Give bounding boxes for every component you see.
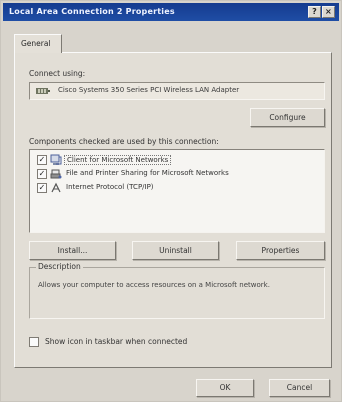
show-taskbar-icon-label: Show icon in taskbar when connected — [45, 337, 188, 346]
window-title: Local Area Connection 2 Properties — [9, 7, 175, 16]
title-bar[interactable]: Local Area Connection 2 Properties ? × — [3, 3, 339, 21]
install-button[interactable]: Install... — [29, 241, 116, 260]
cancel-button[interactable]: Cancel — [269, 379, 330, 397]
configure-button[interactable]: Configure — [250, 108, 325, 127]
components-list[interactable]: ✓ Client for Microsoft Networks ✓ File a… — [29, 149, 325, 233]
properties-window: Local Area Connection 2 Properties ? × G… — [0, 0, 342, 402]
description-title: Description — [36, 262, 83, 271]
protocol-icon — [51, 182, 61, 193]
component-label: Internet Protocol (TCP/IP) — [66, 183, 154, 191]
show-taskbar-icon-checkbox[interactable] — [29, 337, 39, 347]
properties-button[interactable]: Properties — [236, 241, 325, 260]
description-text: Allows your computer to access resources… — [38, 281, 270, 289]
tab-general[interactable]: General — [14, 34, 62, 53]
connect-using-label: Connect using: — [29, 69, 86, 78]
uninstall-button[interactable]: Uninstall — [132, 241, 219, 260]
help-button[interactable]: ? — [308, 6, 321, 18]
general-panel: Connect using: Cisco Systems 350 Series … — [14, 52, 332, 368]
checkbox[interactable]: ✓ — [37, 169, 47, 179]
network-adapter-icon — [36, 88, 50, 94]
printer-share-icon — [50, 169, 62, 179]
description-group: Description Allows your computer to acce… — [29, 262, 325, 319]
adapter-field: Cisco Systems 350 Series PCI Wireless LA… — [29, 82, 325, 100]
close-button[interactable]: × — [322, 6, 335, 18]
network-client-icon — [50, 154, 62, 165]
ok-button[interactable]: OK — [196, 379, 254, 397]
adapter-name: Cisco Systems 350 Series PCI Wireless LA… — [58, 86, 240, 94]
checkbox[interactable]: ✓ — [37, 155, 47, 165]
component-label: File and Printer Sharing for Microsoft N… — [66, 169, 229, 177]
components-label: Components checked are used by this conn… — [29, 137, 219, 146]
checkbox[interactable]: ✓ — [37, 183, 47, 193]
component-label: Client for Microsoft Networks — [64, 155, 172, 165]
